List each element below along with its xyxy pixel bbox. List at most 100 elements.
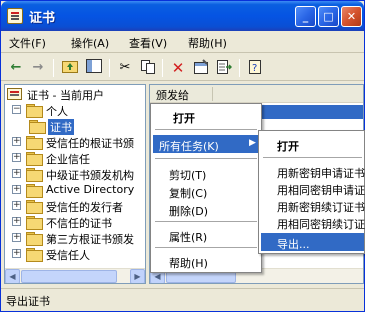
tree-item-active-directory[interactable]: + Active Directory [12,182,143,198]
menu-separator [155,247,257,248]
list-header: 颁发给 [150,85,363,103]
submenu-export[interactable]: 导出... [261,233,364,251]
submenu-request-new-key[interactable]: 用新密钥申请证书 [261,162,365,180]
tree-item-label: 受信任人 [46,249,90,262]
submenu-request-same-key[interactable]: 用相同密钥申请证 [261,179,365,197]
tree-item-trusted-root[interactable]: + 受信任的根证书颁 [12,134,143,150]
context-menu-help[interactable]: 帮助(H) [153,252,259,270]
expand-icon[interactable]: + [12,217,21,226]
tree-item-personal[interactable]: − 个人 [12,102,143,118]
status-text: 导出证书 [6,295,50,308]
submenu-renew-new-key[interactable]: 用新密钥续订证书 [261,196,365,214]
context-menu-copy[interactable]: 复制(C) [153,182,259,200]
export-list-icon[interactable] [215,59,233,77]
menu-view[interactable]: 查看(V) [129,35,167,51]
context-menu-properties[interactable]: 属性(R) [153,226,259,244]
toolbar-separator [162,59,163,77]
expand-icon[interactable]: + [12,233,21,242]
expand-icon[interactable]: + [12,185,21,194]
menu-file[interactable]: 文件(F) [9,35,46,51]
close-button[interactable]: ✕ [341,6,362,27]
menu-separator [155,158,257,159]
tree-item-third-party-root[interactable]: + 第三方根证书颁发 [12,230,143,246]
submenu-arrow-icon: ▶ [249,138,256,148]
tree-horizontal-scrollbar[interactable]: ◀ ▶ [5,268,145,283]
context-menu-delete[interactable]: 删除(D) [153,200,259,218]
toolbar-separator [53,59,54,77]
tree-item-label: 证书 [48,119,74,135]
tree-item-intermediate-ca[interactable]: + 中级证书颁发机构 [12,166,143,182]
tree-item-label: 企业信任 [46,153,90,166]
expand-icon[interactable]: + [12,137,21,146]
tree-item-untrusted[interactable]: + 不信任的证书 [12,214,143,230]
certificate-icon [7,88,22,100]
back-arrow-icon[interactable]: ← [7,59,25,77]
folder-icon [26,136,43,150]
tree-root-label: 证书 - 当前用户 [27,89,104,102]
menu-help[interactable]: 帮助(H) [188,35,227,51]
context-menu-all-tasks[interactable]: 所有任务(K) ▶ [153,135,259,153]
menu-bar: 文件(F) 操作(A) 查看(V) 帮助(H) [1,31,364,53]
collapse-icon[interactable]: − [12,105,21,114]
svg-text:?: ? [252,63,257,74]
copy-icon[interactable] [139,59,157,77]
context-menu-cut[interactable]: 剪切(T) [153,164,259,182]
folder-icon [26,152,43,166]
context-menu: 打开 所有任务(K) ▶ 剪切(T) 复制(C) 删除(D) 属性(R) 帮助(… [150,103,262,273]
forward-arrow-icon[interactable]: → [29,59,47,77]
folder-icon [29,120,46,134]
folder-icon [26,168,43,182]
certificate-app-icon [7,8,23,24]
show-tree-icon[interactable] [85,59,103,77]
folder-icon [26,200,43,214]
menu-action[interactable]: 操作(A) [71,35,109,51]
scroll-thumb[interactable] [21,270,117,283]
tree-item-enterprise-trust[interactable]: + 企业信任 [12,150,143,166]
tree-item-trusted-people[interactable]: + 受信任人 [12,246,143,262]
tree-item-label: 不信任的证书 [46,217,112,230]
minimize-button[interactable]: _ [295,6,316,27]
folder-icon [26,232,43,246]
tree-pane[interactable]: 证书 - 当前用户 − 个人 证书 + 受信任的根证书颁 + 企业信任 + 中级… [4,84,146,284]
submenu-renew-same-key[interactable]: 用相同密钥续订证 [261,213,365,231]
maximize-button[interactable]: □ [318,6,339,27]
menu-separator [155,129,257,130]
cut-icon[interactable]: ✂ [116,59,134,77]
folder-icon [26,248,43,262]
status-bar: 导出证书 [1,288,364,311]
tree-item-label: Active Directory [46,183,135,196]
toolbar-separator [109,59,110,77]
folder-icon [26,216,43,230]
scroll-left-icon[interactable]: ◀ [5,269,20,283]
tree-item-label: 中级证书颁发机构 [46,169,134,182]
tree-item-certificates[interactable]: 证书 [29,118,139,135]
help-icon[interactable]: ? [247,59,265,77]
tree-root[interactable]: 证书 - 当前用户 [7,86,145,102]
submenu-open[interactable]: 打开 [261,135,364,153]
expand-icon[interactable]: + [12,169,21,178]
menu-separator [155,221,257,222]
expand-icon[interactable]: + [12,153,21,162]
expand-icon[interactable]: + [12,249,21,258]
column-header-issued-to[interactable]: 颁发给 [156,87,189,103]
column-divider[interactable] [212,87,213,101]
toolbar: ← → ✂ ✕ ? [1,54,364,81]
properties-icon[interactable] [192,59,210,77]
window-title: 证书 [29,11,56,26]
tree-item-label: 受信任的发行者 [46,201,123,214]
tree-item-label: 受信任的根证书颁 [46,137,134,150]
tree-item-label: 第三方根证书颁发 [46,233,134,246]
tree-item-label: 个人 [46,105,68,118]
up-folder-icon[interactable] [61,59,79,77]
delete-icon[interactable]: ✕ [169,59,187,77]
tree-item-trusted-publishers[interactable]: + 受信任的发行者 [12,198,143,214]
toolbar-separator [239,59,240,77]
context-menu-open[interactable]: 打开 [153,107,259,125]
title-bar[interactable]: 证书 _ □ ✕ [1,1,364,31]
folder-open-icon [26,104,43,118]
scroll-right-icon[interactable]: ▶ [130,269,145,283]
all-tasks-submenu: 打开 用新密钥申请证书 用相同密钥申请证 用新密钥续订证书 用相同密钥续订证 导… [258,130,365,254]
expand-icon[interactable]: + [12,201,21,210]
folder-icon [26,184,43,198]
menu-separator [263,157,362,158]
